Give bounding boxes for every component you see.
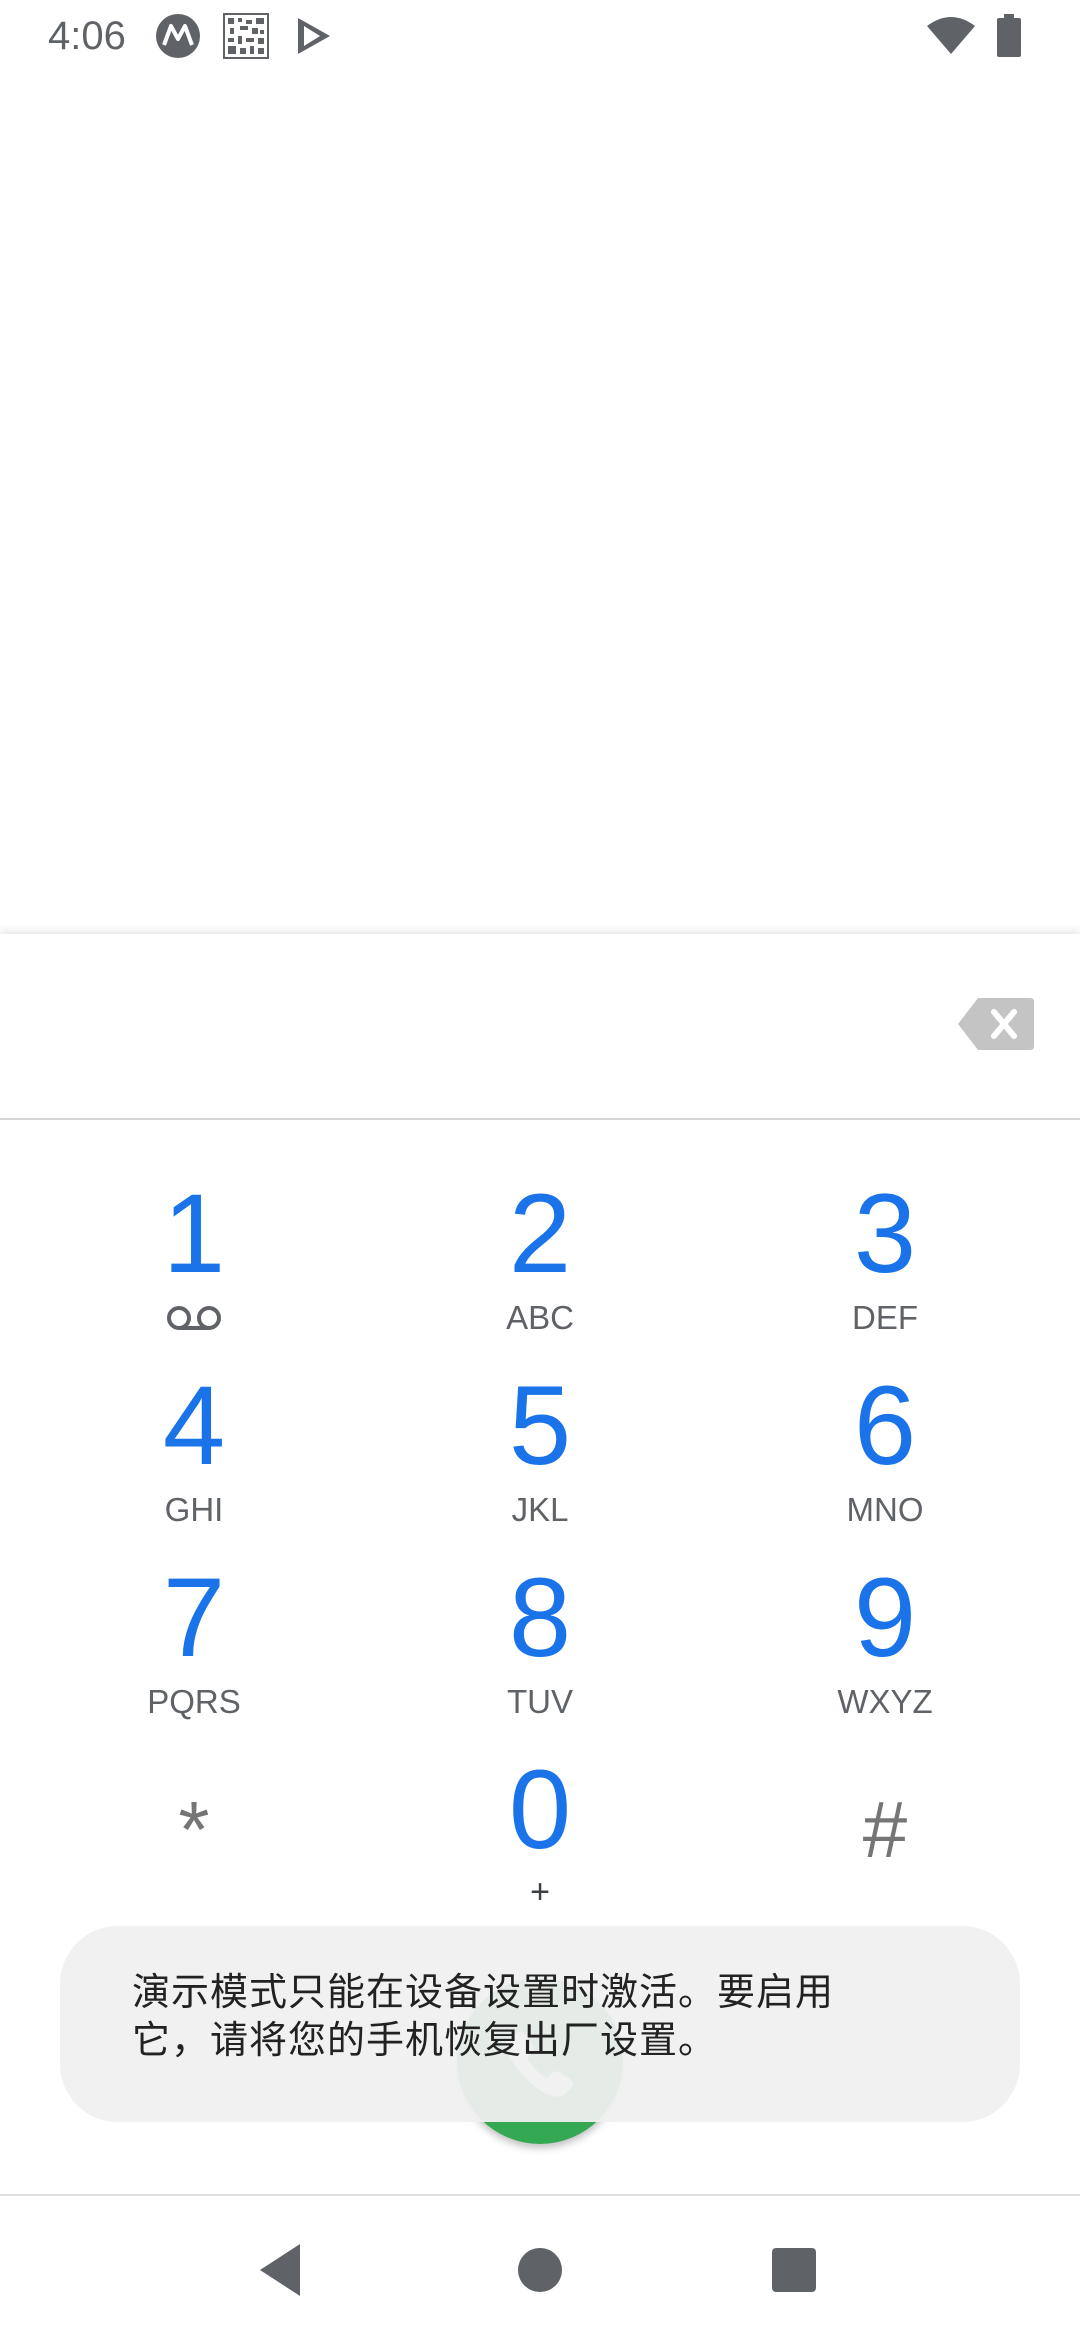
dial-key-7[interactable]: 7 PQRS xyxy=(44,1562,344,1722)
digits-field[interactable] xyxy=(40,974,940,1074)
navigation-bar xyxy=(0,2194,1080,2342)
recents-icon[interactable] xyxy=(762,2238,826,2302)
key-letters: GHI xyxy=(164,1491,224,1528)
key-digit: 3 xyxy=(853,1171,917,1296)
dial-key-0[interactable]: 0 + xyxy=(390,1754,690,1914)
backspace-icon[interactable] xyxy=(956,994,1036,1054)
dial-key-star[interactable]: * xyxy=(44,1754,344,1914)
toast-line-2: 它，请将您的手机恢复出厂设置。 xyxy=(132,2018,718,2062)
key-letters: DEF xyxy=(852,1299,918,1336)
key-digit: 2 xyxy=(508,1171,572,1296)
voicemail-icon xyxy=(167,1306,221,1330)
home-icon[interactable] xyxy=(508,2238,572,2302)
key-letters: MNO xyxy=(846,1491,924,1528)
toast-line-1: 演示模式只能在设备设置时激活。要启用 xyxy=(132,1970,835,2014)
dial-key-4[interactable]: 4 GHI xyxy=(44,1370,344,1530)
dial-key-9[interactable]: 9 WXYZ xyxy=(735,1562,1035,1722)
key-digit: 7 xyxy=(162,1555,226,1680)
dial-key-6[interactable]: 6 MNO xyxy=(735,1370,1035,1530)
motorola-icon xyxy=(156,14,200,58)
demo-mode-toast: 演示模式只能在设备设置时激活。要启用 它，请将您的手机恢复出厂设置。 xyxy=(60,1926,1020,2122)
dial-key-3[interactable]: 3 DEF xyxy=(735,1178,1035,1338)
back-icon[interactable] xyxy=(250,2238,314,2302)
key-digit: 9 xyxy=(853,1555,917,1680)
key-digit: 8 xyxy=(508,1555,572,1680)
qr-code-icon xyxy=(223,13,269,59)
key-digit: 0 xyxy=(508,1747,572,1872)
key-digit: 6 xyxy=(853,1363,917,1488)
key-digit: 4 xyxy=(162,1363,226,1488)
dial-key-2[interactable]: 2 ABC xyxy=(390,1178,690,1338)
key-digit: * xyxy=(178,1785,210,1874)
dial-key-pound[interactable]: # xyxy=(735,1754,1035,1914)
battery-icon xyxy=(997,14,1021,57)
key-letters: + xyxy=(530,1873,550,1911)
play-store-icon xyxy=(298,18,330,54)
dial-key-8[interactable]: 8 TUV xyxy=(390,1562,690,1722)
key-letters: JKL xyxy=(511,1491,569,1528)
key-digit: # xyxy=(862,1785,908,1874)
digits-row xyxy=(0,934,1080,1120)
status-bar: 4:06 xyxy=(0,0,1080,72)
dialer-results-area xyxy=(0,72,1080,934)
wifi-icon xyxy=(927,17,975,54)
key-letters: ABC xyxy=(506,1299,574,1336)
dial-key-5[interactable]: 5 JKL xyxy=(390,1370,690,1530)
dial-key-1[interactable]: 1 xyxy=(44,1178,344,1338)
key-digit: 1 xyxy=(162,1171,226,1296)
key-letters: PQRS xyxy=(147,1683,241,1720)
key-letters: TUV xyxy=(507,1683,573,1720)
key-digit: 5 xyxy=(508,1363,572,1488)
key-letters: WXYZ xyxy=(837,1683,933,1720)
status-time: 4:06 xyxy=(48,14,126,58)
